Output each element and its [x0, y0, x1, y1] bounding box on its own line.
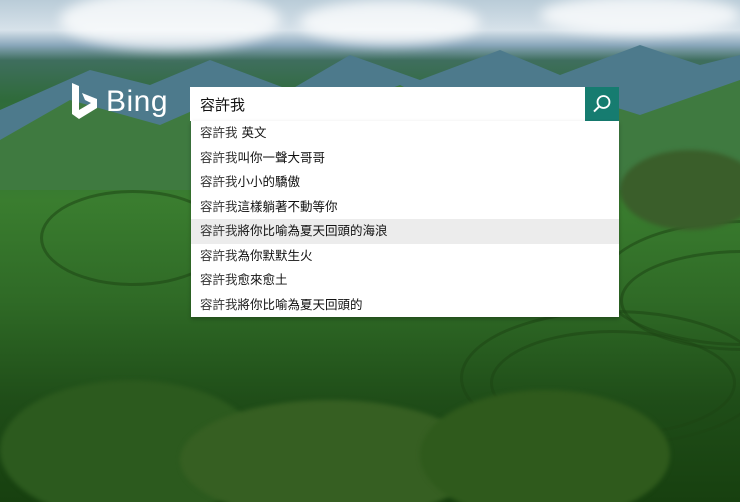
suggestion-item[interactable]: 容許我將你比喻為夏天回頭的 [191, 293, 619, 318]
suggestion-item[interactable]: 容許我小小的驕傲 [191, 170, 619, 195]
suggestion-item[interactable]: 容許我為你默默生火 [191, 244, 619, 269]
suggestion-item[interactable]: 容許我這樣躺著不動等你 [191, 195, 619, 220]
bing-b-icon [72, 83, 97, 119]
suggestion-item[interactable]: 容許我 英文 [191, 121, 619, 146]
suggestion-item[interactable]: 容許我愈來愈土 [191, 268, 619, 293]
bing-logo[interactable]: Bing [70, 83, 168, 121]
suggestion-item-highlighted[interactable]: 容許我將你比喻為夏天回頭的海浪 [191, 219, 619, 244]
brand-wordmark: Bing [106, 85, 169, 118]
search-button[interactable] [585, 87, 619, 121]
search-bar [190, 87, 619, 121]
suggestion-item[interactable]: 容許我叫你一聲大哥哥 [191, 146, 619, 171]
search-input[interactable] [190, 87, 585, 121]
autosuggest-list: 容許我 英文 容許我叫你一聲大哥哥 容許我小小的驕傲 容許我這樣躺著不動等你 容… [191, 121, 619, 317]
search-icon [593, 95, 611, 113]
